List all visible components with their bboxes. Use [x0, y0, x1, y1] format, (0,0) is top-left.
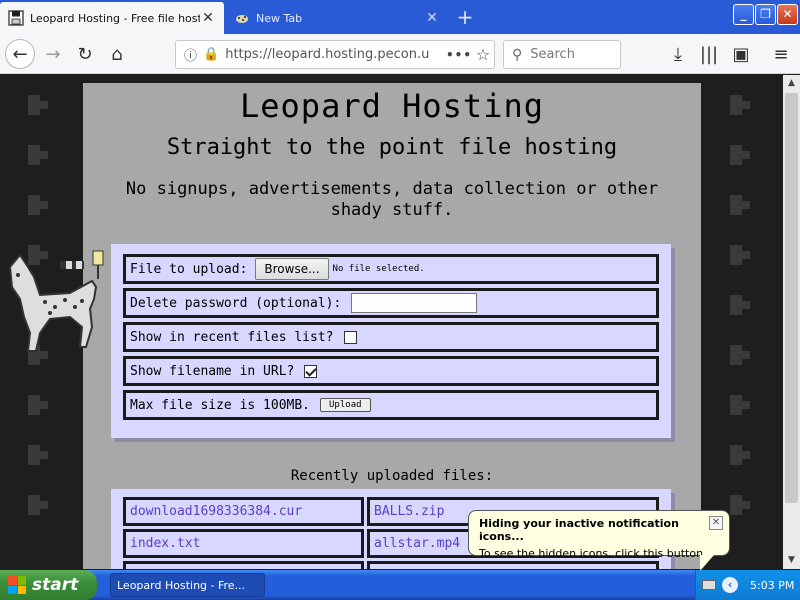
- tab-title: New Tab: [256, 11, 303, 25]
- task-label: Leopard Hosting - Fre...: [117, 578, 246, 592]
- maximize-window-icon[interactable]: ❐: [755, 4, 776, 25]
- close-window-icon[interactable]: ✕: [777, 4, 798, 25]
- site-description: No signups, advertisements, data collect…: [125, 179, 659, 220]
- search-placeholder[interactable]: Search: [530, 47, 575, 62]
- recent-list-checkbox[interactable]: [343, 330, 357, 344]
- file-upload-row: File to upload: Browse... No file select…: [123, 254, 659, 284]
- system-tray: ‹ 5:03 PM: [695, 570, 800, 600]
- recent-files-heading: Recently uploaded files:: [290, 468, 494, 484]
- search-icon: ⚲: [512, 46, 523, 63]
- new-tab-plus-icon[interactable]: +: [452, 5, 478, 29]
- close-tab-icon[interactable]: ✕: [424, 10, 440, 26]
- leopard-favicon-icon: [234, 10, 250, 26]
- browse-button[interactable]: Browse...: [255, 258, 329, 280]
- tab-new-tab[interactable]: New Tab ✕: [226, 2, 448, 34]
- notification-text: To see the hidden icons, click this butt…: [479, 547, 707, 560]
- info-icon[interactable]: ⓘ: [184, 45, 197, 64]
- background-pattern: [720, 75, 770, 569]
- keyboard-icon[interactable]: [702, 580, 716, 590]
- search-bar[interactable]: ⚲ Search: [503, 40, 621, 69]
- close-icon[interactable]: ✕: [709, 516, 723, 530]
- home-icon[interactable]: ⌂: [102, 39, 132, 69]
- recent-file-link[interactable]: index.txt: [123, 529, 364, 558]
- start-button[interactable]: start: [0, 570, 97, 600]
- navigation-toolbar: ← → ↻ ⌂ ⓘ 🔒 https://leopard.hosting.peco…: [0, 34, 800, 74]
- max-size-text: Max file size is 100MB.: [130, 397, 311, 413]
- page-actions-icon[interactable]: •••: [446, 48, 472, 62]
- download-icon[interactable]: ⤓: [663, 39, 693, 69]
- delete-password-input[interactable]: [351, 293, 478, 313]
- scroll-down-arrow-icon[interactable]: ▼: [783, 552, 800, 569]
- tab-title: Leopard Hosting - Free file hosting: [30, 11, 200, 25]
- hamburger-menu-icon[interactable]: ≡: [766, 39, 796, 69]
- bookmark-star-icon[interactable]: ☆: [472, 45, 494, 64]
- tab-leopard-hosting[interactable]: Leopard Hosting - Free file hosting ✕: [0, 2, 224, 34]
- balloon-tail: [700, 555, 714, 571]
- close-tab-icon[interactable]: ✕: [200, 10, 216, 26]
- upload-row: Max file size is 100MB. Upload: [123, 390, 659, 420]
- reload-icon[interactable]: ↻: [70, 39, 100, 69]
- upload-form: File to upload: Browse... No file select…: [111, 244, 671, 438]
- upload-button[interactable]: Upload: [320, 398, 371, 412]
- tab-strip: Leopard Hosting - Free file hosting ✕ Ne…: [0, 0, 800, 34]
- recent-file-link[interactable]: final_cut_studio.rtf: [123, 561, 364, 569]
- taskbar-item-firefox[interactable]: Leopard Hosting - Fre...: [110, 573, 265, 597]
- recent-file-link[interactable]: calcnscripts.rtf: [367, 561, 659, 569]
- delete-password-row: Delete password (optional):: [123, 288, 659, 318]
- site-title: Leopard Hosting: [240, 87, 544, 125]
- windows-logo-icon: [8, 576, 26, 594]
- password-label: Delete password (optional):: [130, 295, 342, 311]
- start-label: start: [32, 575, 79, 595]
- lock-icon[interactable]: 🔒: [203, 47, 219, 62]
- recent-list-label: Show in recent files list?: [130, 329, 334, 345]
- show-hidden-icons-icon[interactable]: ‹: [722, 577, 738, 593]
- clock[interactable]: 5:03 PM: [750, 579, 794, 592]
- page-content: Leopard Hosting Straight to the point fi…: [83, 83, 701, 569]
- no-file-selected-text: No file selected.: [332, 264, 425, 274]
- scrollbar-thumb[interactable]: [785, 93, 798, 503]
- file-label: File to upload:: [130, 261, 248, 277]
- notification-title: Hiding your inactive notification icons.…: [479, 517, 679, 543]
- floppy-disk-icon: [8, 10, 24, 26]
- leopard-mascot-image: [0, 247, 110, 359]
- recent-list-row: Show in recent files list?: [123, 322, 659, 352]
- scroll-up-arrow-icon[interactable]: ▲: [783, 75, 800, 92]
- back-arrow-icon[interactable]: ←: [5, 39, 35, 69]
- forward-arrow-icon[interactable]: →: [38, 39, 68, 69]
- recent-file-link[interactable]: download1698336384.cur: [123, 497, 364, 526]
- notification-balloon[interactable]: Hiding your inactive notification icons.…: [468, 510, 730, 560]
- taskbar: start Leopard Hosting - Fre... ‹ 5:03 PM: [0, 570, 800, 600]
- filename-url-checkbox[interactable]: [304, 364, 318, 378]
- site-tagline: Straight to the point file hosting: [166, 135, 618, 160]
- page-viewport: Leopard Hosting Straight to the point fi…: [0, 75, 783, 569]
- library-icon[interactable]: |||: [694, 39, 724, 69]
- filename-url-label: Show filename in URL?: [130, 363, 295, 379]
- vertical-scrollbar[interactable]: ▲ ▼: [783, 75, 800, 569]
- minimize-window-icon[interactable]: _: [733, 4, 754, 25]
- filename-url-row: Show filename in URL?: [123, 356, 659, 386]
- url-bar[interactable]: ⓘ 🔒 https://leopard.hosting.pecon.u ••• …: [175, 40, 495, 69]
- url-text[interactable]: https://leopard.hosting.pecon.u: [225, 47, 446, 62]
- sidebar-icon[interactable]: ▣: [726, 39, 756, 69]
